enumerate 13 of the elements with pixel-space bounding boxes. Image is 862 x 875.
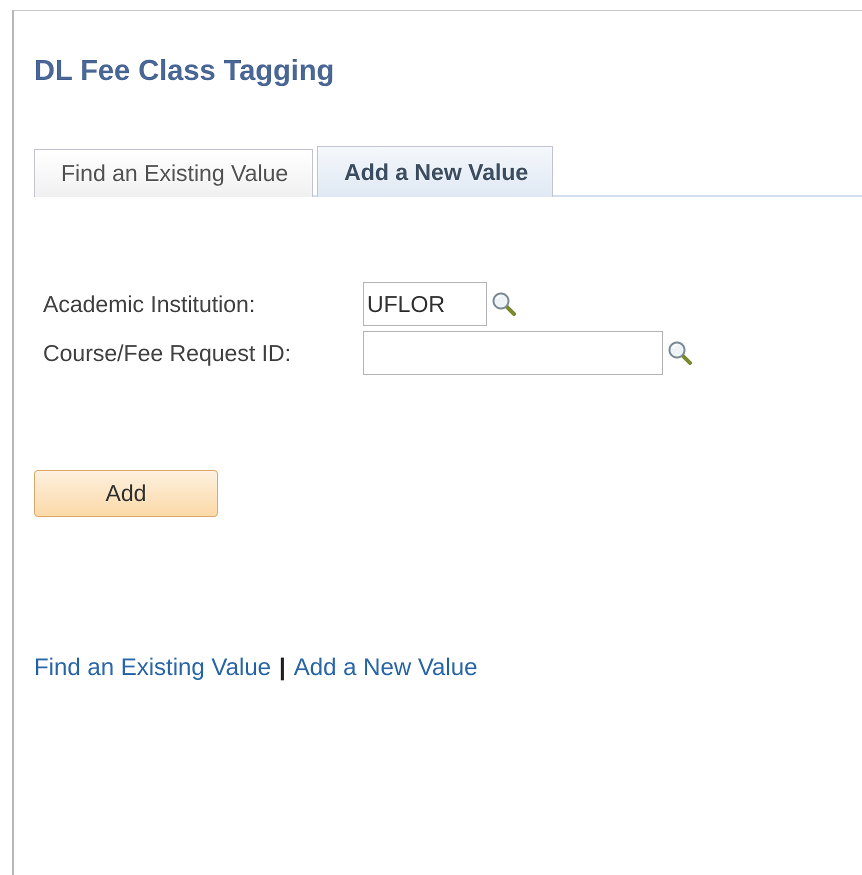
search-icon[interactable]: [667, 340, 693, 366]
input-field[interactable]: [363, 331, 663, 375]
add-button[interactable]: Add: [34, 470, 218, 517]
search-icon[interactable]: [491, 291, 517, 317]
tab[interactable]: Find an Existing Value: [34, 149, 314, 197]
link[interactable]: Add a New Value: [294, 654, 478, 682]
field-label: Academic Institution:: [43, 290, 256, 318]
input-field[interactable]: UFLOR: [363, 282, 487, 326]
link[interactable]: Find an Existing Value: [34, 654, 272, 682]
separator: |: [279, 654, 286, 682]
page-title: DL Fee Class Tagging: [34, 55, 336, 88]
tab[interactable]: Add a New Value: [317, 146, 554, 197]
field-label: Course/Fee Request ID:: [43, 340, 292, 366]
